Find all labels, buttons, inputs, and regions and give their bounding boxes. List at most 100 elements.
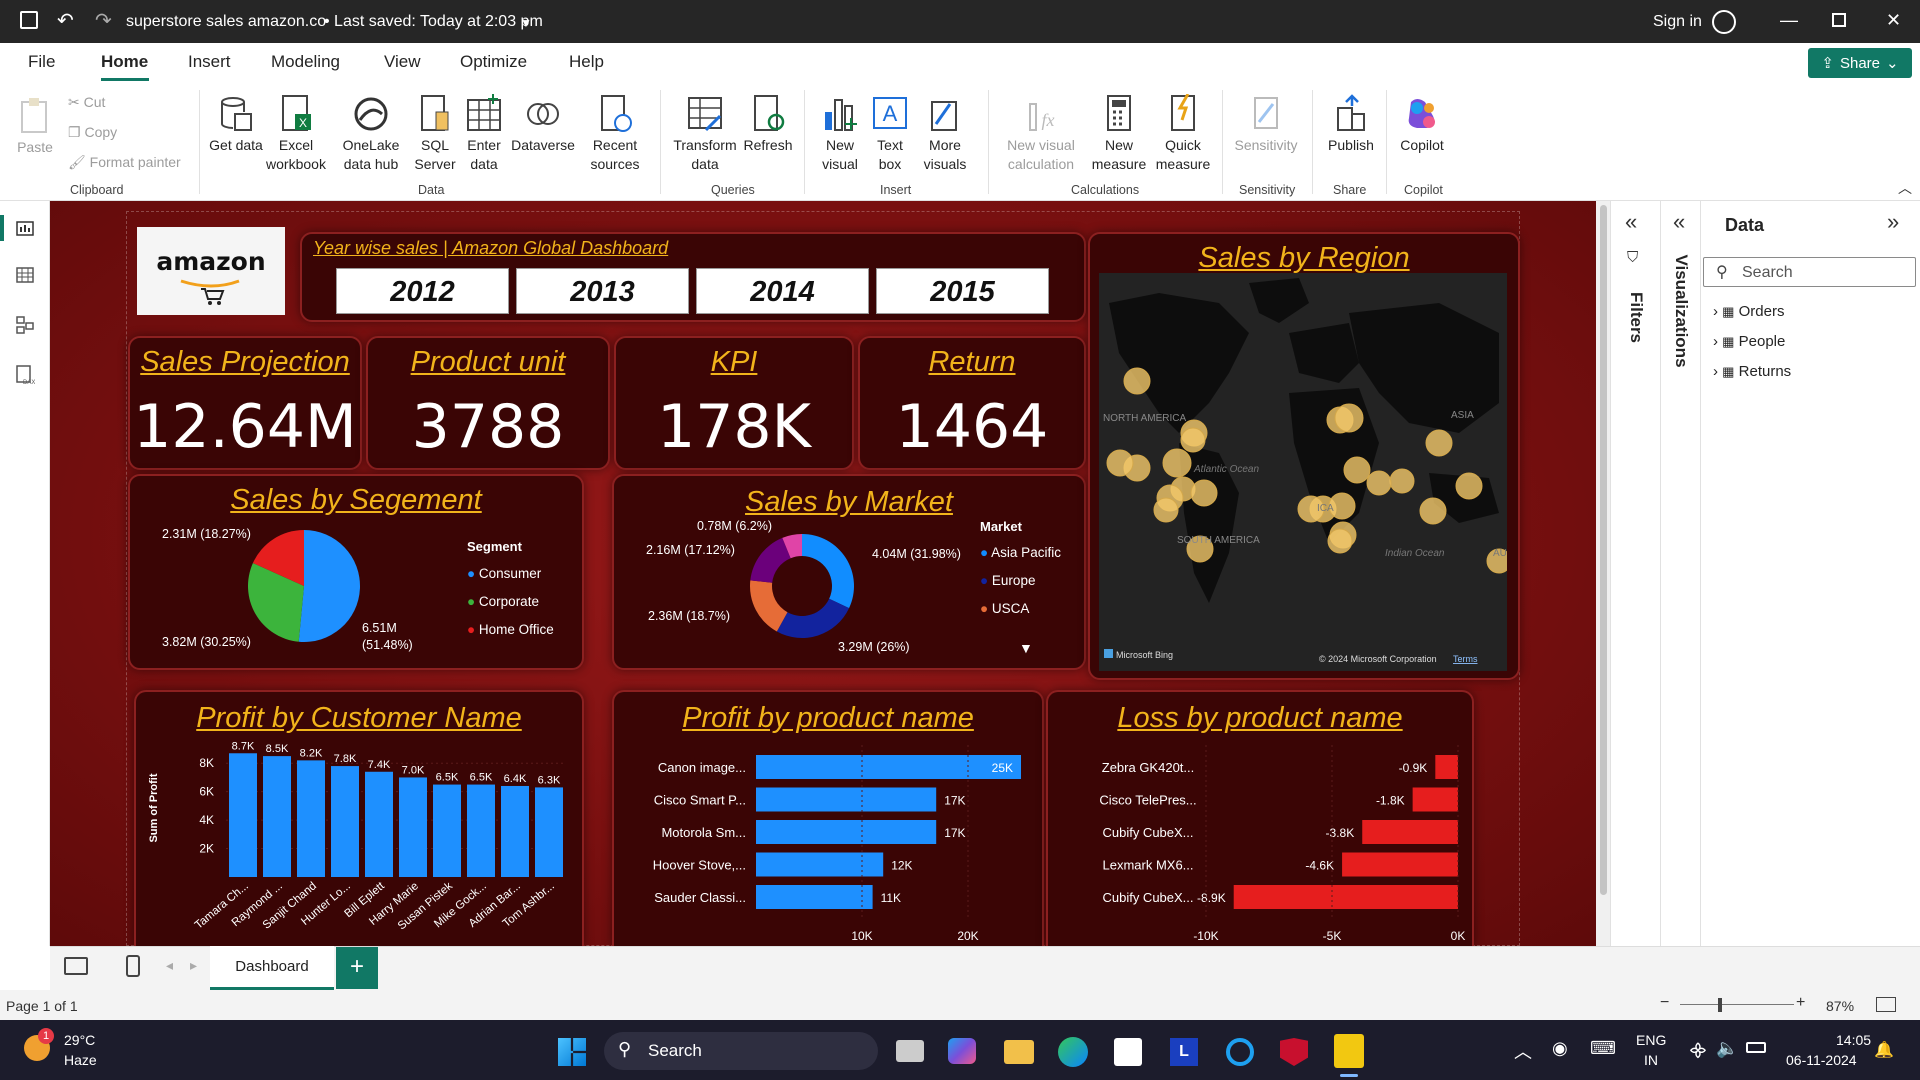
new-visual-calculation-button[interactable]: fx New visual calculation: [996, 94, 1086, 174]
zoom-in-icon[interactable]: +: [1796, 994, 1805, 1012]
profit-customer-bar-chart[interactable]: 8K6K4K2K8.7KTamara Ch...8.5KRaymond ...8…: [180, 735, 580, 946]
zoom-slider-thumb[interactable]: [1718, 998, 1722, 1012]
close-icon[interactable]: ✕: [1886, 10, 1901, 31]
map-point[interactable]: [1343, 456, 1371, 484]
bar[interactable]: [331, 766, 359, 877]
collapse-ribbon-icon[interactable]: ︿: [1898, 178, 1912, 198]
copilot-taskbar-icon[interactable]: [948, 1038, 976, 1064]
onelake-button[interactable]: OneLake data hub: [332, 94, 410, 174]
mcafee-icon[interactable]: [1280, 1038, 1308, 1066]
show-hidden-icons-chevron-up-icon[interactable]: ︿: [1514, 1038, 1532, 1064]
map-point[interactable]: [1327, 528, 1353, 554]
menu-optimize[interactable]: Optimize: [460, 52, 527, 72]
year-button-2015[interactable]: 2015: [876, 268, 1049, 314]
edge-browser-icon[interactable]: [1058, 1037, 1088, 1067]
expand-filters-icon[interactable]: «: [1625, 209, 1637, 235]
map-point[interactable]: [1123, 367, 1151, 395]
zoom-level[interactable]: 87%: [1826, 998, 1854, 1014]
donut-slice[interactable]: [802, 534, 854, 609]
transform-data-button[interactable]: Transform data: [668, 94, 742, 174]
bar[interactable]: [297, 760, 325, 877]
menu-modeling[interactable]: Modeling: [271, 52, 340, 72]
map-point[interactable]: [1153, 497, 1179, 523]
bar[interactable]: [756, 755, 1021, 779]
power-bi-taskbar-icon[interactable]: [1334, 1034, 1364, 1068]
table-item-orders[interactable]: › ▦ Orders: [1713, 303, 1784, 320]
prev-page-icon[interactable]: ◂: [166, 957, 173, 974]
task-view-icon[interactable]: [896, 1040, 924, 1062]
microsoft-store-icon[interactable]: [1114, 1038, 1142, 1066]
bar[interactable]: [399, 777, 427, 877]
volume-icon[interactable]: 🔈: [1716, 1038, 1738, 1059]
legend-item-usca[interactable]: ● USCA: [980, 595, 1061, 623]
undo-icon[interactable]: ↶: [57, 8, 74, 33]
new-visual-button[interactable]: New visual: [814, 94, 866, 174]
sql-server-button[interactable]: SQL Server: [412, 94, 458, 174]
world-map[interactable]: NORTH AMERICA SOUTH AMERICA ASIA Atlanti…: [1099, 273, 1507, 671]
report-view-icon[interactable]: [15, 218, 35, 238]
report-view-icon[interactable]: [0, 215, 4, 241]
menu-help[interactable]: Help: [569, 52, 604, 72]
refresh-button[interactable]: Refresh: [742, 94, 794, 155]
year-button-2013[interactable]: 2013: [516, 268, 689, 314]
redo-icon[interactable]: ↷: [95, 8, 112, 33]
legend-scroll-down-icon[interactable]: ▼: [1019, 640, 1033, 656]
map-point[interactable]: [1366, 470, 1392, 496]
map-point[interactable]: [1425, 429, 1453, 457]
kpi-card-sales-projection[interactable]: Sales Projection 12.64M: [128, 336, 362, 470]
bar[interactable]: [535, 787, 563, 877]
language-in[interactable]: IN: [1644, 1052, 1658, 1068]
text-box-button[interactable]: A Text box: [866, 94, 914, 174]
donut-slice[interactable]: [776, 598, 850, 638]
bar[interactable]: [756, 852, 884, 877]
kpi-card-kpi[interactable]: KPI 178K: [614, 336, 854, 470]
publish-button[interactable]: Publish: [1318, 94, 1384, 155]
enter-data-button[interactable]: Enter data: [462, 94, 506, 174]
get-data-button[interactable]: Get data: [208, 94, 264, 155]
file-explorer-icon[interactable]: [1004, 1040, 1034, 1064]
bar[interactable]: [1362, 820, 1458, 844]
bar[interactable]: [1233, 885, 1458, 909]
desktop-layout-icon[interactable]: [64, 957, 88, 975]
bar[interactable]: [229, 753, 257, 877]
copilot-button[interactable]: Copilot: [1394, 94, 1450, 155]
zoom-slider[interactable]: [1680, 1004, 1794, 1005]
bar[interactable]: [433, 784, 461, 877]
menu-view[interactable]: View: [384, 52, 421, 72]
format-painter-button[interactable]: 🖌 Format painter: [68, 153, 181, 172]
share-button[interactable]: ⇪ Share ⌄: [1808, 48, 1912, 78]
bar[interactable]: [1412, 787, 1458, 812]
clock-time[interactable]: 14:05: [1836, 1032, 1871, 1048]
recent-sources-button[interactable]: Recent sources: [584, 94, 646, 174]
year-button-2012[interactable]: 2012: [336, 268, 509, 314]
segment-pie-chart[interactable]: [244, 526, 364, 646]
table-item-people[interactable]: › ▦ People: [1713, 333, 1785, 350]
bar[interactable]: [1435, 755, 1458, 779]
title-dropdown-icon[interactable]: ▼: [520, 16, 532, 30]
dataverse-button[interactable]: Dataverse: [508, 94, 578, 155]
map-point[interactable]: [1389, 468, 1415, 494]
wifi-icon[interactable]: ᯽: [1688, 1038, 1708, 1062]
language-eng[interactable]: ENG: [1636, 1032, 1666, 1048]
loss-product-bar-chart[interactable]: Zebra GK420t... -0.9K Cisco TelePres... -1.…: [1048, 740, 1472, 946]
page-tab-dashboard[interactable]: Dashboard: [210, 946, 334, 990]
cortana-icon[interactable]: [1226, 1038, 1254, 1066]
pie-slice[interactable]: [298, 530, 361, 642]
year-button-2014[interactable]: 2014: [696, 268, 869, 314]
kpi-card-product-unit[interactable]: Product unit 3788: [366, 336, 610, 470]
donut-slice[interactable]: [750, 537, 791, 583]
excel-workbook-button[interactable]: X Excel workbook: [262, 94, 330, 174]
keyboard-icon[interactable]: ⌨: [1590, 1038, 1616, 1059]
canvas-scrollbar[interactable]: [1596, 201, 1610, 946]
legend-item-consumer[interactable]: ● Consumer: [467, 560, 554, 588]
legend-item-home-office[interactable]: ● Home Office: [467, 616, 554, 644]
market-donut-chart[interactable]: [744, 528, 860, 644]
map-point[interactable]: [1162, 448, 1192, 478]
notification-bell-icon[interactable]: 🔔: [1874, 1040, 1894, 1060]
map-point[interactable]: [1106, 449, 1134, 477]
battery-icon[interactable]: [1746, 1042, 1766, 1053]
filters-pane[interactable]: « ⛉ Filters: [1610, 201, 1660, 946]
table-item-returns[interactable]: › ▦ Returns: [1713, 363, 1791, 380]
new-measure-button[interactable]: New measure: [1088, 94, 1150, 174]
copy-button[interactable]: ❐ Copy: [68, 123, 117, 142]
